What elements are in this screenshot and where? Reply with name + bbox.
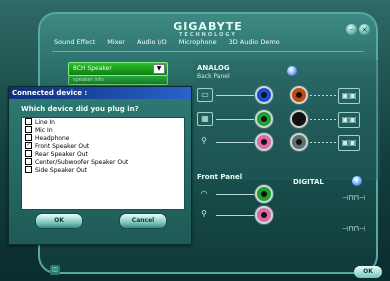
speaker-pair-icon: ▦ bbox=[197, 112, 213, 126]
tab-sound-effect[interactable]: Sound Effect bbox=[54, 35, 95, 49]
speaker-icon: ▣▣ bbox=[338, 135, 360, 151]
jack-green[interactable] bbox=[255, 110, 273, 128]
microphone-icon: ⚲ bbox=[201, 136, 207, 145]
checkbox[interactable] bbox=[25, 118, 32, 125]
option-label: Front Speaker Out bbox=[35, 143, 90, 150]
tab-3d-audio-demo[interactable]: 3D Audio Demo bbox=[229, 35, 280, 49]
wire-line bbox=[310, 142, 336, 143]
wire-line bbox=[216, 119, 256, 120]
wire-line bbox=[310, 95, 336, 96]
dialog-title: Connected device : bbox=[9, 87, 191, 99]
option-side-speaker-out[interactable]: Side Speaker Out bbox=[25, 166, 88, 175]
app-window: GIGABYTE TECHNOLOGY – × Sound Effect Mix… bbox=[0, 0, 390, 281]
jack-pink[interactable] bbox=[255, 133, 273, 151]
front-jack-pink[interactable] bbox=[255, 206, 273, 224]
connected-device-dialog: Connected device : Which device did you … bbox=[8, 86, 192, 245]
spdif-icon: ⊣⊓⊓⊣ bbox=[342, 194, 366, 202]
monitor-icon: ▭ bbox=[197, 88, 213, 102]
option-label: Center/Subwoofer Speaker Out bbox=[35, 159, 129, 166]
option-label: Mic In bbox=[35, 127, 53, 134]
device-option-list: Line In Mic In Headphone ✓ Front Speaker … bbox=[21, 117, 185, 210]
front-jack-green[interactable] bbox=[255, 185, 273, 203]
digital-title: DIGITAL bbox=[293, 178, 324, 186]
speaker-config-value: 8CH Speaker bbox=[73, 65, 112, 72]
speaker-info-bar: speaker info bbox=[68, 75, 168, 85]
speaker-info-text: speaker info bbox=[73, 77, 104, 83]
tab-bar: Sound Effect Mixer Audio I/O Microphone … bbox=[52, 35, 364, 49]
back-panel-label: Back Panel bbox=[197, 73, 230, 80]
tab-microphone[interactable]: Microphone bbox=[179, 35, 217, 49]
option-label: Rear Speaker Out bbox=[35, 151, 88, 158]
info-icon[interactable]: i bbox=[352, 176, 362, 186]
jack-black[interactable] bbox=[290, 110, 308, 128]
main-ok-button[interactable]: OK bbox=[354, 266, 382, 278]
headphone-icon: ◠ bbox=[200, 189, 208, 198]
option-label: Headphone bbox=[35, 135, 70, 142]
minimize-icon[interactable]: – bbox=[346, 24, 357, 35]
speaker-config-select[interactable]: 8CH Speaker ▼ bbox=[68, 62, 168, 76]
jack-orange[interactable] bbox=[290, 86, 308, 104]
option-center-subwoofer-out[interactable]: Center/Subwoofer Speaker Out bbox=[25, 158, 129, 167]
info-icon[interactable]: i bbox=[287, 66, 297, 76]
microphone-icon: ⚲ bbox=[201, 209, 207, 218]
checkbox[interactable] bbox=[25, 134, 32, 141]
wire-line bbox=[216, 95, 256, 96]
spdif-icon: ⊣⊓⊓⊣ bbox=[342, 225, 366, 233]
option-label: Line In bbox=[35, 119, 55, 126]
checkbox[interactable] bbox=[25, 126, 32, 133]
settings-icon[interactable]: ◫ bbox=[50, 265, 60, 275]
wire-line bbox=[216, 194, 256, 195]
checkbox-checked[interactable]: ✓ bbox=[25, 142, 32, 149]
tab-mixer[interactable]: Mixer bbox=[107, 35, 125, 49]
option-rear-speaker-out[interactable]: Rear Speaker Out bbox=[25, 150, 88, 159]
checkbox[interactable] bbox=[25, 158, 32, 165]
analog-title: ANALOG bbox=[197, 64, 230, 72]
jack-blue[interactable] bbox=[255, 86, 273, 104]
dialog-cancel-button[interactable]: Cancel bbox=[119, 213, 167, 229]
option-front-speaker-out[interactable]: ✓ Front Speaker Out bbox=[25, 142, 90, 151]
dialog-ok-button[interactable]: OK bbox=[35, 213, 83, 229]
wire-line bbox=[216, 142, 256, 143]
close-icon[interactable]: × bbox=[359, 24, 370, 35]
chevron-down-icon[interactable]: ▼ bbox=[153, 64, 165, 74]
window-controls: – × bbox=[346, 24, 370, 35]
tab-audio-io[interactable]: Audio I/O bbox=[137, 35, 167, 49]
speaker-icon: ▣▣ bbox=[338, 88, 360, 104]
wire-line bbox=[310, 119, 336, 120]
checkbox[interactable] bbox=[25, 150, 32, 157]
dialog-question: Which device did you plug in? bbox=[21, 105, 139, 113]
speaker-icon: ▣▣ bbox=[338, 112, 360, 128]
tab-divider bbox=[52, 51, 364, 52]
option-label: Side Speaker Out bbox=[35, 167, 88, 174]
checkbox[interactable] bbox=[25, 166, 32, 173]
wire-line bbox=[216, 215, 256, 216]
jack-gray[interactable] bbox=[290, 133, 308, 151]
front-panel-title: Front Panel bbox=[197, 173, 243, 181]
